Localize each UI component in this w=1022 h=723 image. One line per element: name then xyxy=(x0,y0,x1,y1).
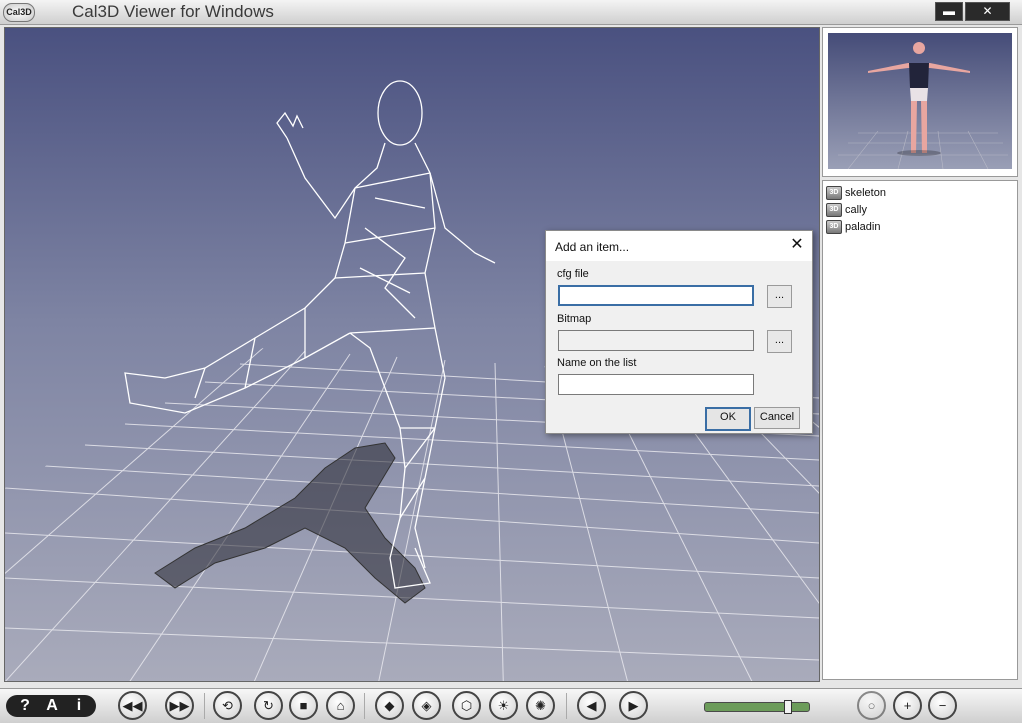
previous-icon: ◀ xyxy=(586,697,597,713)
blank-button[interactable]: ○ xyxy=(857,691,886,720)
toolbar-divider xyxy=(364,693,365,719)
bitmap-label: Bitmap xyxy=(557,313,592,325)
info-button[interactable]: i xyxy=(66,696,92,716)
3d-model-icon: 3D xyxy=(826,186,842,200)
solid-mode-button[interactable]: ◆ xyxy=(375,691,404,720)
title-bar: Cal3D Cal3D Viewer for Windows ▬ ✕ xyxy=(0,0,1022,25)
cancel-button[interactable]: Cancel xyxy=(754,407,800,429)
preview-figure xyxy=(838,42,1008,169)
home-icon: ⌂ xyxy=(336,698,345,713)
dialog-title: Add an item... xyxy=(555,240,630,254)
speed-slider-thumb[interactable] xyxy=(784,700,793,714)
zoom-in-icon: + xyxy=(903,698,912,713)
help-button[interactable]: ? xyxy=(12,696,38,716)
close-button[interactable]: ✕ xyxy=(965,2,1010,21)
rewind-icon: ◀◀ xyxy=(122,697,143,713)
zoom-out-icon: − xyxy=(938,698,947,713)
fast-forward-button[interactable]: ▶▶ xyxy=(165,691,194,720)
list-item-label: cally xyxy=(845,204,868,216)
reset-button[interactable]: ↻ xyxy=(254,691,283,720)
list-item-label: paladin xyxy=(845,221,881,233)
zoom-in-button[interactable]: + xyxy=(893,691,922,720)
rotate-button[interactable]: ⟲ xyxy=(213,691,242,720)
add-item-dialog: Add an item... ✕ cfg file ... Bitmap ...… xyxy=(545,230,813,434)
previous-button[interactable]: ◀ xyxy=(577,691,606,720)
dialog-header: Add an item... ✕ xyxy=(546,231,812,261)
reset-icon: ↻ xyxy=(263,697,274,713)
rewind-button[interactable]: ◀◀ xyxy=(118,691,147,720)
list-item[interactable]: 3D paladin xyxy=(826,219,880,235)
list-item[interactable]: 3D skeleton xyxy=(826,185,886,201)
stop-button[interactable]: ■ xyxy=(289,691,318,720)
dialog-close-icon[interactable]: ✕ xyxy=(789,236,805,254)
next-button[interactable]: ▶ xyxy=(619,691,648,720)
cfg-file-field[interactable] xyxy=(558,285,754,306)
model-preview-thumbnail xyxy=(822,27,1018,177)
3d-model-icon: 3D xyxy=(826,203,842,217)
name-on-list-label: Name on the list xyxy=(557,357,637,369)
bitmap-field[interactable] xyxy=(558,330,754,351)
zoom-out-button[interactable]: − xyxy=(928,691,957,720)
light-button[interactable]: ☀ xyxy=(489,691,518,720)
speed-slider[interactable] xyxy=(704,702,810,712)
wireframe-mode-button[interactable]: ⬡ xyxy=(452,691,481,720)
list-item-label: skeleton xyxy=(845,187,886,199)
rotate-icon: ⟲ xyxy=(222,697,233,713)
textured-cube-icon: ◈ xyxy=(421,697,432,713)
toolbar-divider xyxy=(566,693,567,719)
wireframe-icon: ⬡ xyxy=(460,697,473,713)
toolbar-divider xyxy=(204,693,205,719)
blank-icon: ○ xyxy=(867,698,876,713)
info-button-group: ? A i xyxy=(6,695,96,717)
bottom-toolbar: ? A i ◀◀ ▶▶ ⟲ ↻ ■ ⌂ ◆ ◈ ⬡ ☀ ✺ ◀ ▶ ○ + − xyxy=(0,688,1022,723)
stop-icon: ■ xyxy=(299,698,308,713)
name-on-list-field[interactable] xyxy=(558,374,754,395)
cube-icon: ◆ xyxy=(384,697,395,713)
light-icon: ☀ xyxy=(497,697,510,713)
home-button[interactable]: ⌂ xyxy=(326,691,355,720)
window-title: Cal3D Viewer for Windows xyxy=(72,2,274,21)
model-list: 3D skeleton 3D cally 3D paladin xyxy=(822,180,1018,680)
cfg-file-label: cfg file xyxy=(557,268,589,280)
skeleton-points-icon: ✺ xyxy=(535,697,546,713)
cfg-browse-button[interactable]: ... xyxy=(767,285,792,308)
fast-forward-icon: ▶▶ xyxy=(169,697,190,713)
font-button[interactable]: A xyxy=(39,696,65,716)
list-item[interactable]: 3D cally xyxy=(826,202,867,218)
character-shadow xyxy=(154,442,426,604)
bitmap-browse-button[interactable]: ... xyxy=(767,330,792,353)
textured-mode-button[interactable]: ◈ xyxy=(412,691,441,720)
skeleton-button[interactable]: ✺ xyxy=(526,691,555,720)
next-icon: ▶ xyxy=(628,697,639,713)
cal3d-logo: Cal3D xyxy=(3,3,35,22)
minimize-button[interactable]: ▬ xyxy=(935,2,963,21)
ok-button[interactable]: OK xyxy=(705,407,751,431)
3d-model-icon: 3D xyxy=(826,220,842,234)
